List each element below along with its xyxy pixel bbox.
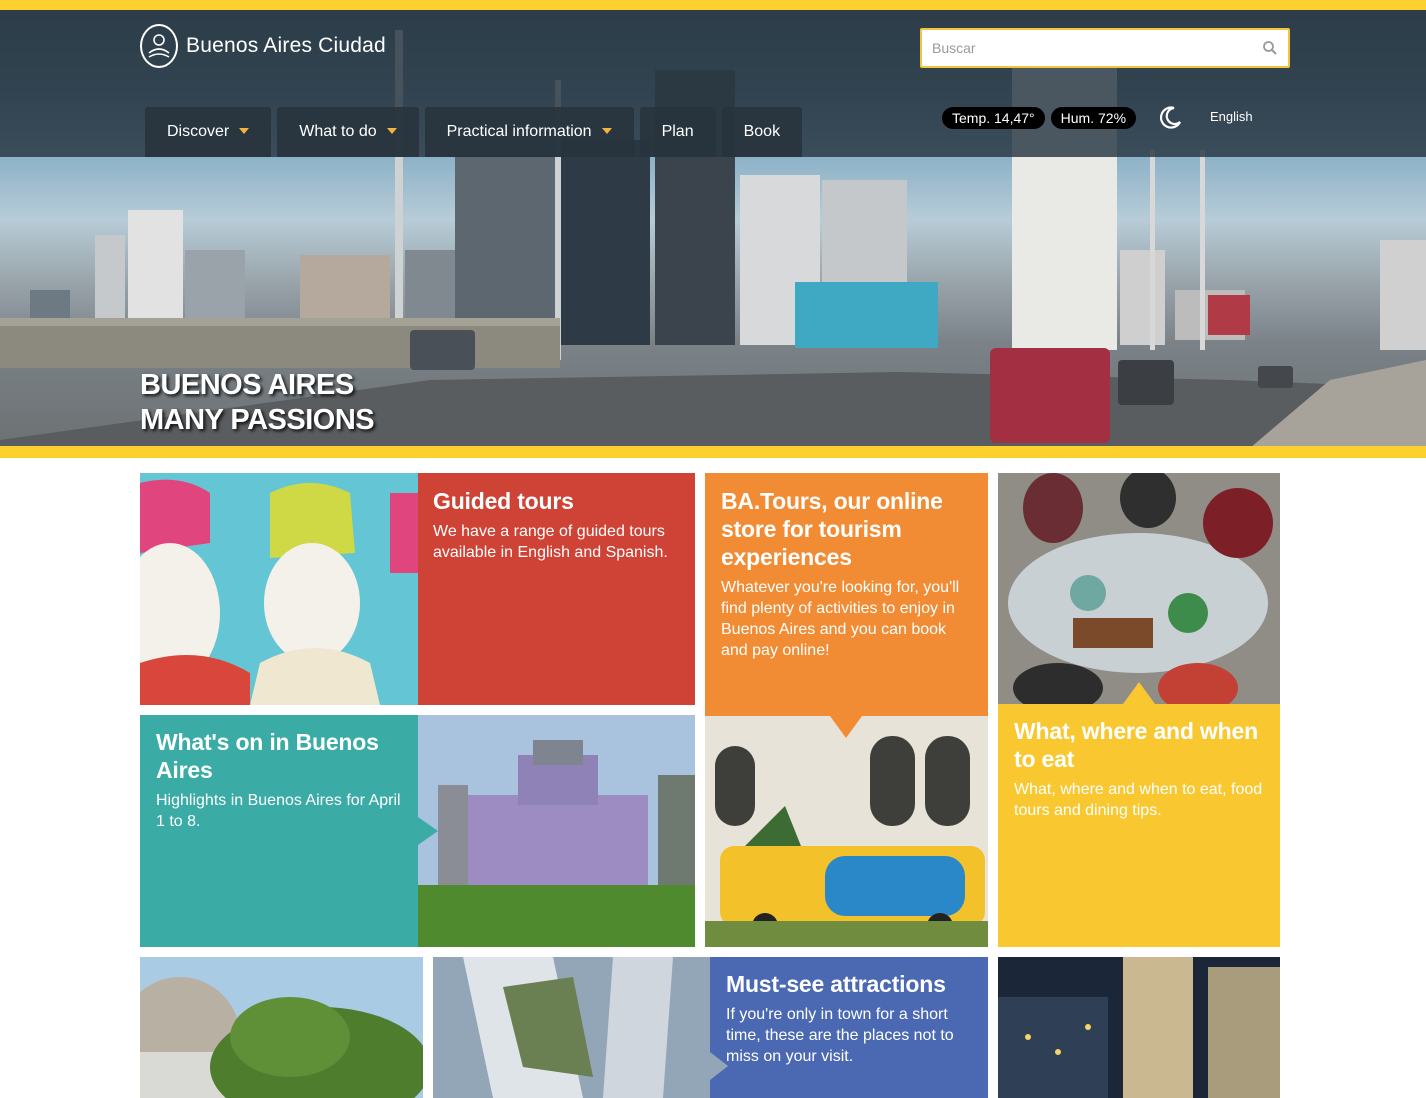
site-name: Buenos Aires Ciudad: [186, 34, 386, 57]
site-logo[interactable]: Buenos Aires Ciudad: [140, 24, 386, 68]
ba-tours-title: BA.Tours, our online store for tourism e…: [721, 488, 943, 570]
tile-pointer: [1123, 682, 1155, 704]
dark-mode-toggle-icon[interactable]: [1158, 104, 1184, 130]
whats-on-image[interactable]: [418, 715, 695, 947]
ba-tours-tile[interactable]: BA.Tours, our online store for tourism e…: [705, 473, 988, 716]
caret-down-icon: [386, 128, 397, 134]
search-input[interactable]: [932, 40, 1262, 56]
nav-discover[interactable]: Discover: [145, 107, 272, 157]
hero-tagline-line1: BUENOS AIRES: [140, 369, 354, 401]
hero-tagline-line2: MANY PASSIONS: [140, 404, 375, 436]
must-see-tile[interactable]: Must-see attractions If you're only in t…: [710, 957, 988, 1098]
search-box[interactable]: [920, 28, 1290, 68]
ba-tours-image[interactable]: [705, 716, 988, 947]
floralis-image[interactable]: [433, 957, 710, 1098]
guided-tours-desc: We have a range of guided tours availabl…: [433, 523, 668, 561]
whats-on-desc: Highlights in Buenos Aires for April 1 t…: [156, 792, 401, 830]
weather-widget: Temp. 14,47° Hum. 72%: [942, 107, 1137, 129]
nav-plan[interactable]: Plan: [639, 107, 716, 157]
whats-on-title: What's on in Buenos Aires: [156, 729, 379, 783]
nav-book[interactable]: Book: [721, 107, 803, 157]
nav-label: Plan: [661, 123, 694, 140]
city-seal-icon: [140, 24, 178, 68]
nav-label: Practical information: [446, 123, 592, 140]
nav-label: What to do: [299, 123, 377, 140]
eat-tile[interactable]: What, where and when to eat What, where …: [998, 704, 1280, 947]
bottom-accent-stripe: [0, 446, 1426, 458]
ba-tours-desc: Whatever you're looking for, you'll find…: [721, 579, 960, 659]
nav-what-to-do[interactable]: What to do: [277, 107, 419, 157]
humidity-badge: Hum. 72%: [1050, 107, 1137, 129]
guided-tours-tile[interactable]: Guided tours We have a range of guided t…: [418, 473, 695, 705]
hero-tagline: BUENOS AIRES MANY PASSIONS: [140, 368, 375, 438]
guided-tours-image[interactable]: [140, 473, 418, 705]
must-see-title: Must-see attractions: [726, 971, 946, 997]
planetarium-image[interactable]: [140, 957, 423, 1098]
eat-image[interactable]: [998, 473, 1280, 704]
guided-tours-title: Guided tours: [433, 488, 574, 514]
tile-pointer: [830, 716, 862, 738]
search-icon[interactable]: [1262, 40, 1278, 56]
language-selector[interactable]: English: [1210, 109, 1253, 124]
temperature-badge: Temp. 14,47°: [942, 107, 1045, 129]
main-nav: Discover What to do Practical informatio…: [145, 107, 803, 157]
eat-title: What, where and when to eat: [1014, 718, 1258, 772]
caret-down-icon: [601, 128, 612, 134]
nav-label: Discover: [167, 123, 230, 140]
eat-desc: What, where and when to eat, food tours …: [1014, 781, 1263, 819]
nav-practical-information[interactable]: Practical information: [424, 107, 634, 157]
hero-banner: Buenos Aires Ciudad Discover What to do …: [0, 0, 1426, 458]
tile-pointer: [418, 817, 438, 845]
top-accent-stripe: [0, 0, 1426, 10]
caret-down-icon: [239, 128, 250, 134]
whats-on-tile[interactable]: What's on in Buenos Aires Highlights in …: [140, 715, 418, 947]
night-city-image[interactable]: [998, 957, 1280, 1098]
nav-label: Book: [743, 123, 781, 140]
must-see-desc: If you're only in town for a short time,…: [726, 1006, 954, 1065]
